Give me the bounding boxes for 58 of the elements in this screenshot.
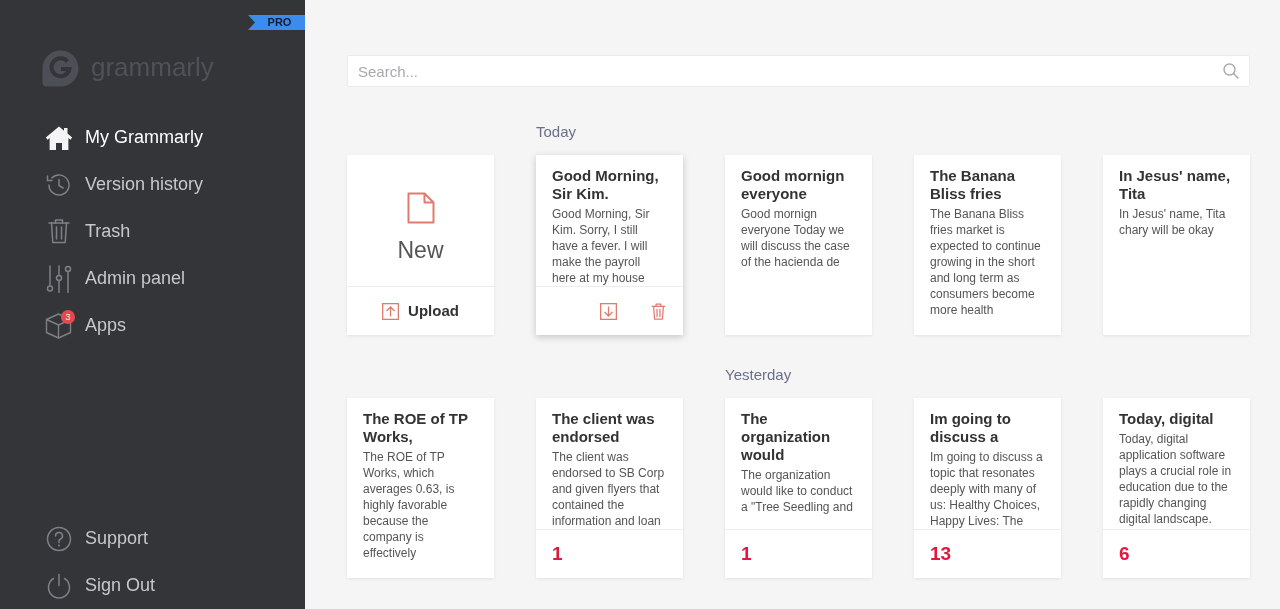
- document-title: The organization would: [741, 410, 832, 464]
- document-title: The ROE of TP Works,: [363, 410, 469, 446]
- document-title: The Banana Bliss fries: [930, 167, 1017, 203]
- pro-badge: PRO: [248, 15, 305, 30]
- trash-icon: [46, 218, 71, 245]
- trash-icon[interactable]: [651, 302, 666, 320]
- document-title: The client was endorsed: [552, 410, 656, 446]
- document-preview: In Jesus' name, Tita chary will be okay: [1119, 206, 1227, 238]
- support-link[interactable]: Support: [45, 515, 149, 562]
- document-card[interactable]: The client was endorsed The client was endorsed to SB Corp and given flyers that contained the information and loan 1: [536, 398, 683, 578]
- new-document-button[interactable]: New: [347, 155, 494, 286]
- cube-icon: [45, 311, 72, 340]
- document-title: Good mornign everyone: [741, 167, 846, 203]
- document-title: Good Morning, Sir Kim.: [552, 167, 660, 203]
- section-label: Today: [536, 123, 577, 140]
- home-icon: [44, 124, 73, 151]
- power-icon: [45, 572, 72, 599]
- sliders-icon: [45, 264, 72, 293]
- nav-item[interactable]: Trash: [45, 208, 131, 255]
- suggestion-count: 13: [930, 541, 952, 566]
- suggestion-count: 1: [552, 541, 563, 566]
- notification-badge: 3: [61, 309, 75, 324]
- sign-out-link[interactable]: Sign Out: [45, 562, 156, 609]
- search-icon[interactable]: [1223, 63, 1239, 79]
- nav-item[interactable]: Admin panel: [45, 255, 186, 302]
- document-preview: The Banana Bliss fries market is expected to continue growing in the short and long term as consumers become more health: [930, 206, 1042, 318]
- nav-item[interactable]: 3 Apps: [45, 302, 127, 349]
- suggestion-count: 6: [1119, 541, 1130, 566]
- suggestion-count: 1: [741, 541, 752, 566]
- upload-button[interactable]: Upload: [347, 286, 494, 335]
- document-title: Im going to discuss a: [930, 410, 1012, 446]
- help-icon: [45, 525, 72, 552]
- nav-item[interactable]: Version history: [45, 161, 204, 208]
- document-card[interactable]: The organization would The organization would like to conduct a "Tree Seedling and 1: [725, 398, 872, 578]
- document-preview: The client was endorsed to SB Corp and given flyers that contained the information and loan: [552, 449, 666, 529]
- document-card[interactable]: The ROE of TP Works, The ROE of TP Works, which averages 0.63, is highly favorable because the company is effectively: [347, 398, 494, 578]
- document-card[interactable]: Im going to discuss a Im going to discuss a topic that resonates deeply with many of us: Healthy Choices, Happy Lives: The 13: [914, 398, 1061, 578]
- nav-item[interactable]: My Grammarly: [45, 114, 203, 161]
- document-card[interactable]: The Banana Bliss fries The Banana Bliss fries market is expected to continue growing in the short and long term as consumers become more health: [914, 155, 1061, 335]
- document-title: Today, digital: [1119, 410, 1215, 428]
- document-preview: The organization would like to conduct a "Tree Seedling and: [741, 467, 854, 515]
- clock-history-icon: [45, 171, 72, 198]
- document-preview: Good mornign everyone Today we will discuss the case of the hacienda de: [741, 206, 851, 270]
- document-card[interactable]: In Jesus' name, Tita In Jesus' name, Tita chary will be okay: [1103, 155, 1250, 335]
- document-card[interactable]: Today, digital Today, digital application software plays a crucial role in education due to the rapidly changing digital landscape. 6: [1103, 398, 1250, 578]
- document-card[interactable]: Good Morning, Sir Kim. Good Morning, Sir Kim. Sorry, I still have a fever. I will make the payroll here at my house: [536, 155, 683, 335]
- document-icon: [406, 192, 435, 224]
- logo-icon: [42, 50, 79, 87]
- upload-icon: [382, 302, 400, 320]
- document-preview: Good Morning, Sir Kim. Sorry, I still have a fever. I will make the payroll here at my house: [552, 206, 651, 286]
- search-field[interactable]: Search...: [347, 55, 1250, 87]
- document-title: In Jesus' name, Tita: [1119, 167, 1232, 203]
- document-card[interactable]: Good mornign everyone Good mornign everyone Today we will discuss the case of the hacienda de: [725, 155, 872, 335]
- download-icon[interactable]: [600, 302, 617, 320]
- document-preview: Im going to discuss a topic that resonates deeply with many of us: Healthy Choices, Happy Lives: The: [930, 449, 1044, 529]
- section-label: Yesterday: [725, 366, 792, 383]
- document-preview: Today, digital application software plays a crucial role in education due to the rapidly changing digital landscape.: [1119, 431, 1233, 527]
- document-preview: The ROE of TP Works, which averages 0.63, is highly favorable because the company is effectively: [363, 449, 456, 561]
